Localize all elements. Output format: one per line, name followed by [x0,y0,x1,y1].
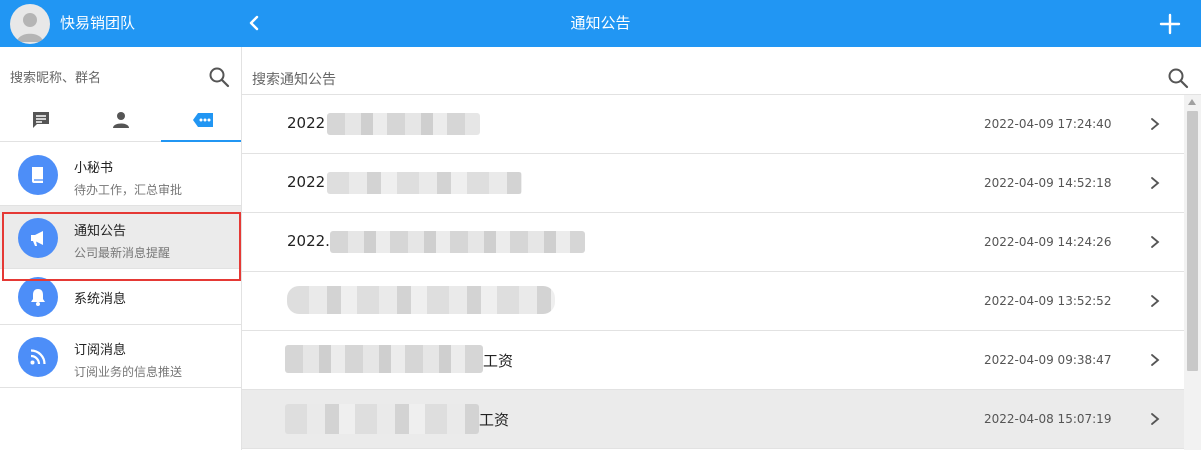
top-header: 快易销团队 通知公告 [0,0,1201,47]
notice-title: 2022 [287,173,326,191]
system-avatar [18,277,58,317]
conversation-title: 订阅消息 [74,343,127,358]
tab-apps[interactable] [161,100,241,142]
notice-title: 工资 [483,352,514,370]
contacts-icon [113,112,129,128]
bell-icon [31,289,45,306]
chevron-right-icon [1151,295,1160,307]
notice-date: 2022-04-08 15:07:19 [984,412,1112,426]
page-title: 通知公告 [570,14,631,32]
book-icon [32,167,43,183]
contact-search-input[interactable] [10,67,200,89]
notice-date: 2022-04-09 09:38:47 [984,353,1112,367]
plus-icon [1159,13,1181,35]
notice-panel: 2022 2022-04-09 17:24:40 2022 2022-04-09… [242,47,1201,450]
conversation-title: 通知公告 [74,224,127,239]
notice-list: 2022 2022-04-09 17:24:40 2022 2022-04-09… [242,95,1184,449]
table-row[interactable]: 2022 2022-04-09 17:24:40 [242,95,1184,154]
sidebar-search [0,47,241,100]
redacted-text [285,404,479,434]
secretary-avatar [18,155,58,195]
sidebar-tabs [0,100,241,142]
conversation-subtitle: 待办工作，汇总审批 [74,183,183,197]
chat-icon [33,112,49,128]
list-item-notices[interactable]: 通知公告 公司最新消息提醒 [0,206,241,269]
scroll-up-arrow-icon[interactable] [1188,99,1196,105]
redacted-text [287,286,555,314]
more-apps-icon [193,113,213,127]
conversation-list: 小秘书 待办工作，汇总审批 通知公告 公司最新消息提醒 系统消息 订阅消息 订阅… [0,143,241,388]
tab-messages[interactable] [0,100,80,142]
tab-contacts[interactable] [80,100,160,142]
rss-icon [30,349,46,365]
redacted-text [330,231,585,253]
notice-title: 2022 [287,114,326,132]
notice-title: 工资 [479,411,510,429]
notice-date: 2022-04-09 17:24:40 [984,117,1112,131]
chevron-right-icon [1151,354,1160,366]
redacted-text [327,172,522,194]
table-row[interactable]: 2022-04-09 13:52:52 [242,272,1184,331]
conversation-title: 小秘书 [74,161,114,176]
notice-date: 2022-04-09 13:52:52 [984,294,1112,308]
notice-date: 2022-04-09 14:52:18 [984,176,1112,190]
megaphone-icon [31,231,43,246]
subscription-avatar [18,337,58,377]
table-row[interactable]: 工资 2022-04-09 09:38:47 [242,331,1184,390]
notice-search-input[interactable] [252,69,1132,91]
notices-avatar [18,218,58,258]
search-icon[interactable] [208,66,230,88]
chevron-right-icon [1151,236,1160,248]
chevron-left-icon [249,15,259,31]
table-row[interactable]: 2022 2022-04-09 14:52:18 [242,154,1184,213]
chevron-right-icon [1151,118,1160,130]
redacted-text [327,113,480,135]
notice-title: 2022. [287,232,330,250]
table-row[interactable]: 2022. 2022-04-09 14:24:26 [242,213,1184,272]
list-item-system[interactable]: 系统消息 [0,269,241,325]
add-notice-button[interactable] [1158,12,1182,36]
conversation-title: 系统消息 [74,292,127,307]
conversation-subtitle: 订阅业务的信息推送 [74,365,183,379]
search-icon[interactable] [1167,67,1189,89]
chevron-right-icon [1151,177,1160,189]
back-button[interactable] [244,11,266,35]
redacted-text [285,345,483,373]
table-row[interactable]: 工资 2022-04-08 15:07:19 [242,390,1184,449]
conversation-subtitle: 公司最新消息提醒 [74,246,171,260]
notice-search [242,47,1201,95]
chevron-right-icon [1151,413,1160,425]
list-item-subscriptions[interactable]: 订阅消息 订阅业务的信息推送 [0,325,241,388]
sidebar: 小秘书 待办工作，汇总审批 通知公告 公司最新消息提醒 系统消息 [0,47,242,450]
list-item-secretary[interactable]: 小秘书 待办工作，汇总审批 [0,143,241,206]
notice-date: 2022-04-09 14:24:26 [984,235,1112,249]
scroll-thumb[interactable] [1187,111,1198,371]
vertical-scrollbar[interactable] [1184,95,1201,450]
